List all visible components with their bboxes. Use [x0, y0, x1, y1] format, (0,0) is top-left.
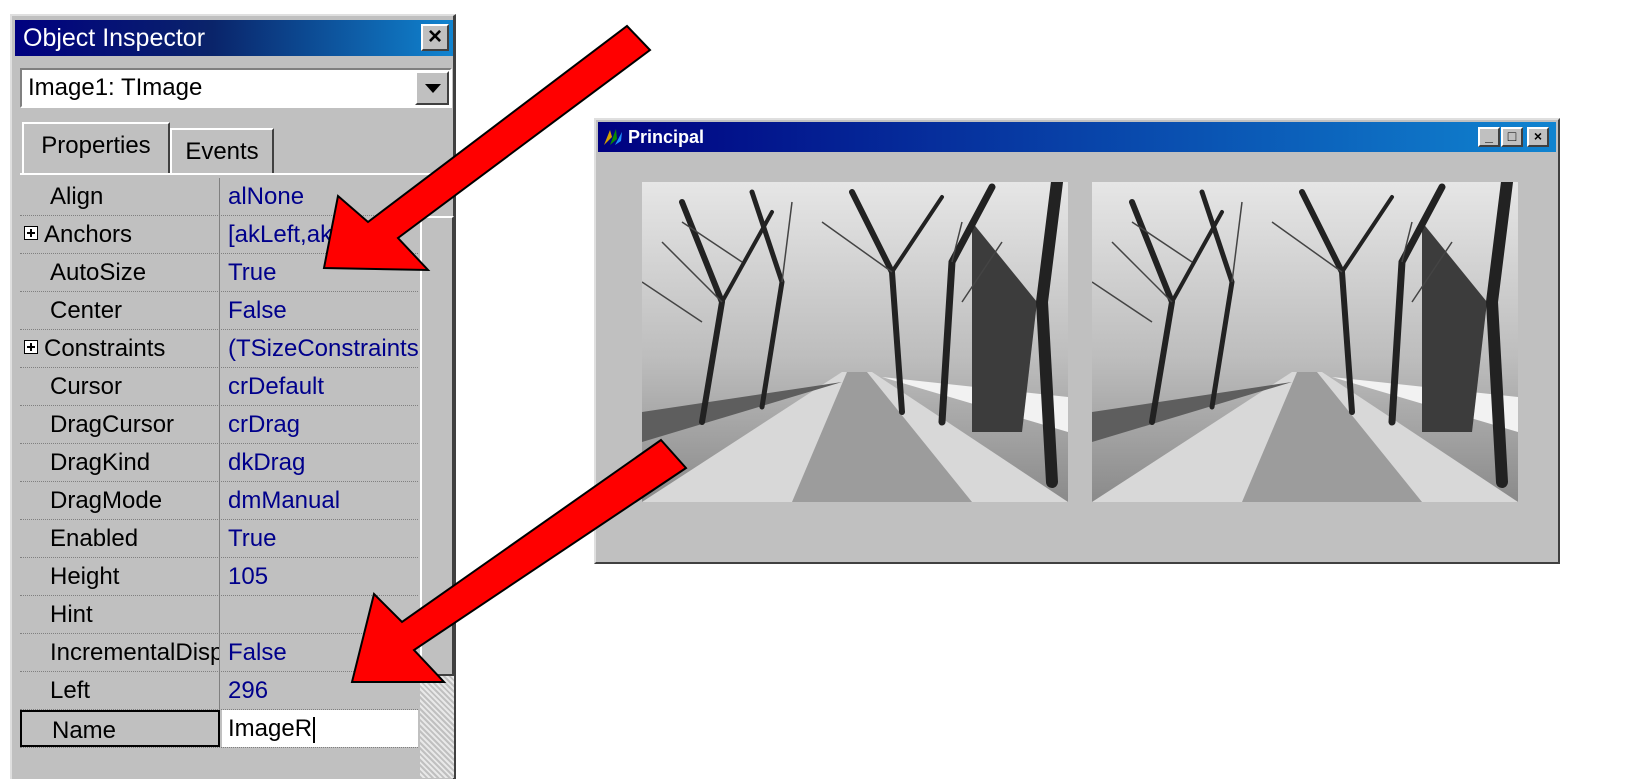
red-arrow-icon — [350, 438, 688, 683]
red-arrow-icon — [322, 24, 652, 272]
annotation-arrows — [322, 24, 688, 683]
